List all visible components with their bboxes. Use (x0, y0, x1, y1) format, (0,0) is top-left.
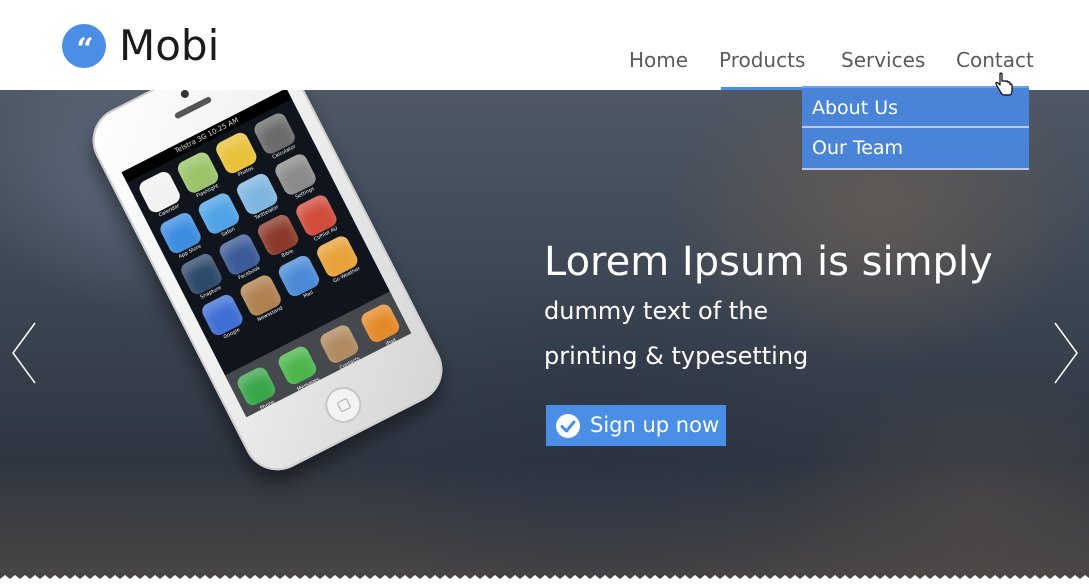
phone.apps-app-icon: Safari (196, 190, 242, 238)
phone.apps-app-icon: Mail (276, 253, 322, 300)
check-circle-icon (556, 413, 580, 438)
active-nav-indicator (721, 87, 803, 90)
phone.apps-app-icon: CoPilot AU (293, 192, 340, 243)
nav-products[interactable]: Products (719, 45, 805, 75)
products-dropdown-menu: About Us Our Team (802, 86, 1029, 170)
phone.apps-app-icon: Twittelator (234, 171, 281, 221)
hero-subline-1: dummy text of the (544, 297, 769, 325)
site-header: “ Mobi Home Products Services Contact (0, 0, 1089, 90)
phone.apps-app-icon: Photos (213, 130, 260, 178)
phone.apps-app-icon: Bible (255, 212, 301, 259)
phone.apps-app-icon: Facebook (216, 231, 263, 281)
phone.apps-app-icon: Calculator (251, 110, 298, 161)
app-label: Go Weather (332, 265, 362, 285)
signup-label: Sign up now (590, 413, 720, 437)
main-nav: Home Products Services Contact (0, 45, 1089, 90)
home-square-icon (336, 397, 352, 413)
zigzag-divider (0, 575, 1089, 585)
dropdown-item-our-team[interactable]: Our Team (802, 128, 1029, 170)
app-label: Google (222, 327, 242, 341)
hero-subline-2: printing & typesetting (544, 342, 809, 370)
app-label: Mail (302, 289, 315, 300)
phone.apps-app-icon: App Store (157, 210, 204, 260)
phone.dock-app-icon: Messages (275, 343, 321, 392)
nav-home[interactable]: Home (629, 45, 688, 75)
hand-pointer-icon (995, 72, 1013, 96)
nav-contact[interactable]: Contact (956, 45, 1034, 75)
nav-services[interactable]: Services (841, 45, 925, 75)
phone.dock-app-icon: Contacts (317, 322, 361, 371)
phone.apps-app-icon: Calendar (136, 169, 183, 219)
phone.apps-app-icon: Flashlight (175, 149, 221, 199)
phone.apps-app-icon: Snapture (178, 251, 225, 301)
phone.dock-app-icon: iPod (358, 301, 402, 347)
hero-headline: Lorem Ipsum is simply (544, 239, 993, 285)
phone.apps-app-icon: Newsstand (237, 272, 284, 323)
signup-button[interactable]: Sign up now (546, 405, 726, 446)
chevron-left-icon[interactable] (11, 322, 37, 384)
phone.apps-app-icon: Settings (272, 151, 319, 201)
chevron-right-icon[interactable] (1053, 322, 1079, 384)
phone.apps-app-icon: Go Weather (314, 233, 361, 285)
app-label: Newsstand (256, 305, 284, 324)
phone.dock-app-icon: Phone (234, 364, 278, 411)
phone.apps-app-icon: Google (199, 292, 246, 340)
